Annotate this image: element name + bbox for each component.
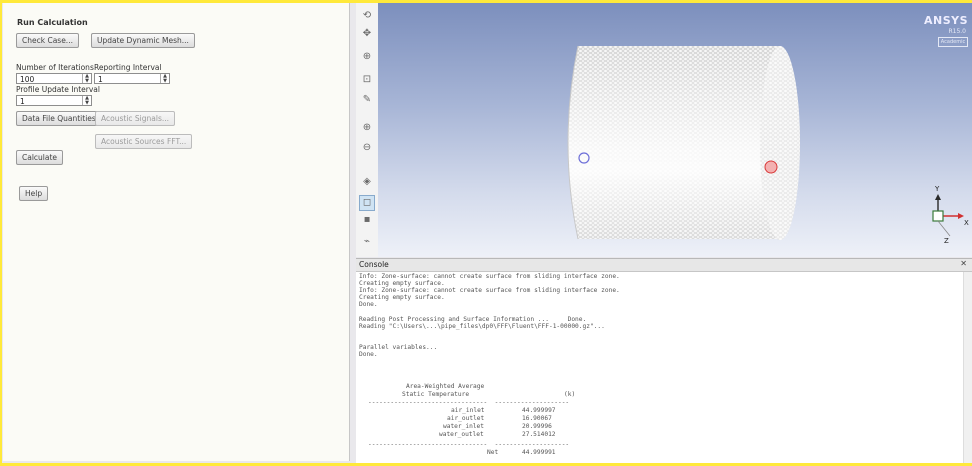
graphics-window: ⟲ ✥ ⊕ ⊡ ✎ ⊕ ⊖ ◈ ◻ ▪ ⌁ Y X Z ANSYS R15.0 … — [356, 3, 972, 257]
probe-icon[interactable]: ✎ — [360, 93, 374, 107]
axis-x-label: X — [964, 219, 969, 227]
report-separator: -------------------------------- -------… — [368, 441, 570, 448]
report-row-name: air_outlet — [447, 415, 485, 422]
graphics-toolbar: ⟲ ✥ ⊕ ⊡ ✎ ⊕ ⊖ ◈ ◻ ▪ ⌁ — [356, 3, 379, 257]
axis-y-label: Y — [934, 185, 940, 193]
check-case-button[interactable]: Check Case... — [16, 33, 79, 48]
profile-update-label: Profile Update Interval — [16, 85, 100, 94]
iterations-input[interactable]: 100 ▲ ▼ — [16, 73, 92, 84]
console-scrollbar[interactable] — [963, 272, 972, 463]
highlight-icon[interactable]: ⌁ — [360, 235, 374, 249]
axis-triad: Y X Z — [932, 185, 969, 245]
pan-icon[interactable]: ✥ — [360, 27, 374, 41]
report-row-name: water_outlet — [439, 431, 484, 438]
select-icon[interactable]: ◻ — [359, 195, 375, 211]
report-row-value: 20.99996 — [522, 423, 552, 430]
calculate-button[interactable]: Calculate — [16, 150, 64, 165]
report-row-value: 16.90067 — [522, 415, 552, 422]
viewport[interactable]: Y X Z ANSYS R15.0 Academic — [378, 3, 972, 257]
console-close-icon[interactable]: ✕ — [960, 259, 967, 268]
report-row-value: 27.514012 — [522, 431, 556, 438]
rotate-icon[interactable]: ⟲ — [360, 9, 374, 23]
run-calculation-panel: Run Calculation Check Case... Update Dyn… — [3, 3, 350, 461]
profile-update-spinner[interactable]: ▲ ▼ — [82, 96, 91, 105]
axis-z-label: Z — [944, 237, 949, 245]
report-row-name: water_inlet — [443, 423, 484, 430]
profile-update-input[interactable]: 1 ▲ ▼ — [16, 95, 92, 106]
zoom-in-icon[interactable]: ⊕ — [360, 121, 374, 135]
report-separator: -------------------------------- -------… — [368, 399, 570, 406]
help-button[interactable]: Help — [19, 186, 49, 201]
ansys-version: R15.0 — [948, 28, 966, 35]
outlet-marker — [764, 160, 778, 174]
mesh-render: Y X Z — [567, 45, 969, 245]
ansys-logo: ANSYS — [923, 14, 968, 27]
report-net-value: 44.999991 — [522, 449, 556, 456]
profile-update-value: 1 — [20, 97, 25, 106]
console-title: Console — [359, 260, 389, 269]
console-header: Console ✕ — [356, 259, 972, 272]
zoom-box-icon[interactable]: ⊡ — [360, 73, 374, 87]
reporting-interval-value: 1 — [98, 75, 103, 84]
report-row-value: 44.999997 — [522, 407, 556, 414]
ansys-badge: Academic — [938, 37, 968, 47]
iterations-value: 100 — [20, 75, 35, 84]
zoom-icon[interactable]: ⊕ — [360, 50, 374, 64]
pipe-mesh — [567, 45, 800, 240]
reporting-interval-spinner[interactable]: ▲ ▼ — [160, 74, 169, 83]
report-net-label: Net — [487, 449, 499, 456]
zoom-out-icon[interactable]: ⊖ — [360, 141, 374, 155]
report-row-name: air_inlet — [451, 407, 485, 414]
mesh-display-icon[interactable]: ▪ — [360, 213, 374, 227]
update-dynamic-mesh-button[interactable]: Update Dynamic Mesh... — [91, 33, 195, 48]
acoustic-signals-button[interactable]: Acoustic Signals... — [95, 111, 176, 126]
fit-icon[interactable]: ◈ — [360, 175, 374, 189]
report-quantity: Static Temperature — [402, 391, 470, 398]
iterations-spinner[interactable]: ▲ ▼ — [82, 74, 91, 83]
report-unit: (k) — [564, 391, 576, 398]
reporting-interval-input[interactable]: 1 ▲ ▼ — [94, 73, 170, 84]
acoustic-sources-fft-button[interactable]: Acoustic Sources FFT... — [95, 134, 193, 149]
report-title: Area-Weighted Average — [406, 383, 485, 390]
console-panel: Console ✕ Info: Zone-surface: cannot cre… — [356, 258, 972, 464]
left-border — [0, 0, 2, 466]
panel-title: Run Calculation — [17, 18, 88, 27]
iterations-label: Number of Iterations — [16, 63, 94, 72]
reporting-interval-label: Reporting Interval — [94, 63, 162, 72]
